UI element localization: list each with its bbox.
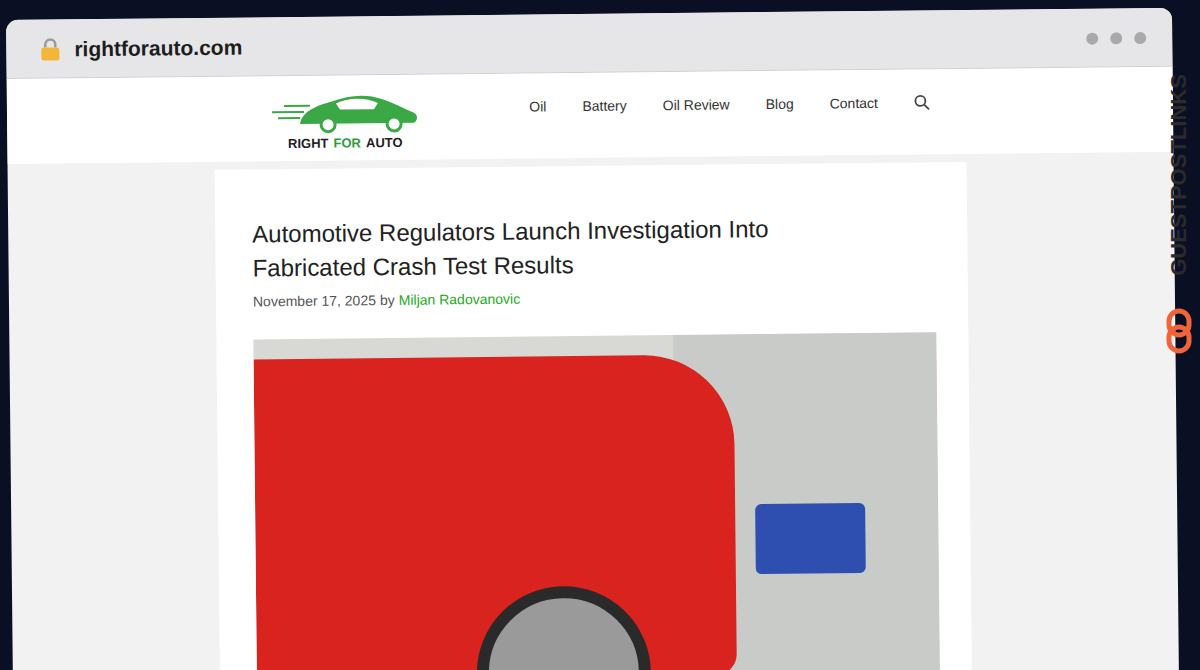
browser-window: rightforauto.comRIGHTFORAUTOOilBatteryOi… [6, 8, 1179, 670]
search-icon[interactable] [914, 94, 930, 110]
url-text: rightforauto.com [74, 36, 242, 62]
by-label: by [380, 292, 395, 308]
nav-item[interactable]: Contact [830, 94, 878, 111]
author-link[interactable]: Miljan Radovanovic [399, 291, 521, 308]
site-logo[interactable]: RIGHTFORAUTO [270, 87, 421, 152]
control-dot[interactable] [1086, 33, 1098, 45]
article-card: Automotive Regulators Launch Investigati… [215, 162, 972, 670]
address-bar[interactable]: rightforauto.com [30, 29, 252, 67]
watermark-text: GUESTPOSTLINKS [1166, 55, 1192, 295]
logo-text: RIGHTFORAUTO [288, 135, 403, 151]
article-title: Automotive Regulators Launch Investigati… [252, 211, 863, 286]
car-icon [270, 87, 420, 135]
control-dot[interactable] [1134, 32, 1146, 44]
nav-item[interactable]: Battery [582, 97, 627, 113]
watermark: GUESTPOSTLINKS [1162, 54, 1196, 354]
nav-item[interactable]: Blog [766, 95, 794, 111]
site-header: RIGHTFORAUTO Oil Battery Oil Review Blog Cont… [7, 67, 1174, 164]
lock-icon [40, 37, 60, 61]
main-nav: Oil Battery Oil Review Blog Contact [529, 94, 930, 136]
control-dot[interactable] [1110, 32, 1122, 44]
chain-link-icon [1166, 308, 1192, 354]
nav-item[interactable]: Oil Review [663, 96, 730, 113]
scene: rightforauto.comRIGHTFORAUTOOilBatteryOi… [0, 0, 1200, 670]
article-photo [253, 332, 940, 670]
window-controls [1086, 32, 1146, 45]
nav-item[interactable]: Oil [529, 98, 546, 114]
article-date: November 17, 2025 [253, 292, 376, 309]
web-page: RIGHTFORAUTO Oil Battery Oil Review Blog Cont… [7, 67, 1179, 670]
article-meta: November 17, 2025byMiljan Radovanovic [253, 286, 932, 309]
